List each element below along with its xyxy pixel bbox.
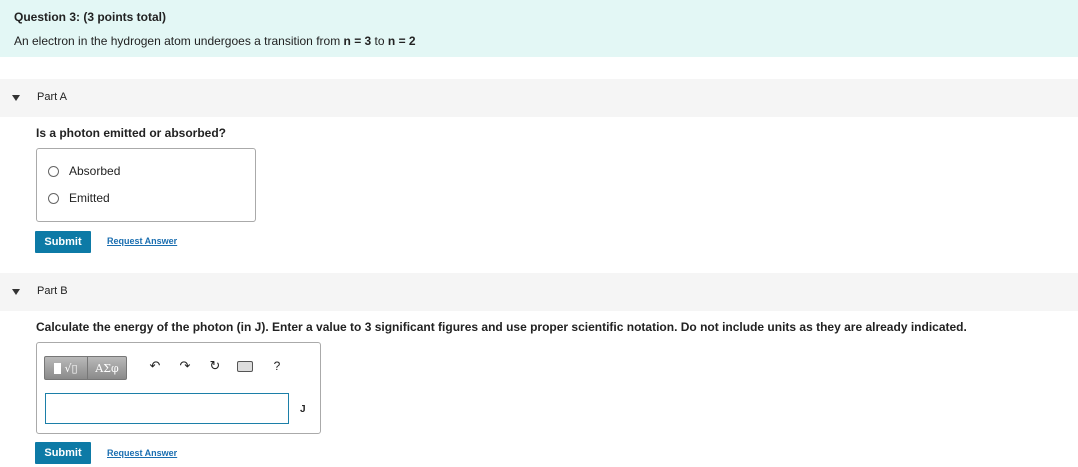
question-text-mid: to (371, 34, 388, 48)
option-emitted-label: Emitted (69, 191, 110, 205)
collapse-triangle-icon[interactable] (12, 289, 20, 295)
part-b-submit-button[interactable]: Submit (35, 442, 91, 464)
option-absorbed-label: Absorbed (69, 164, 121, 178)
collapse-triangle-icon[interactable] (12, 95, 20, 101)
part-a-label: Part A (37, 91, 67, 103)
redo-icon[interactable]: ↷ (177, 359, 193, 374)
part-a-prompt: Is a photon emitted or absorbed? (36, 126, 227, 140)
unit-label: J (300, 404, 306, 415)
keyboard-icon[interactable] (237, 361, 253, 376)
part-b-label: Part B (37, 285, 68, 297)
math-answer-editor: √▯ ΑΣφ ↶ ↷ ↻ ? J (36, 342, 321, 434)
radio-absorbed[interactable] (48, 165, 59, 177)
undo-icon[interactable]: ↶ (147, 359, 163, 374)
part-a-header[interactable]: Part A (0, 79, 1078, 117)
question-text: An electron in the hydrogen atom undergo… (14, 34, 416, 48)
question-text-prefix: An electron in the hydrogen atom undergo… (14, 34, 344, 48)
radio-emitted[interactable] (48, 192, 59, 204)
option-absorbed[interactable]: Absorbed (48, 164, 120, 178)
template-radical-icon[interactable]: √▯ (44, 356, 88, 380)
question-text-n-final: n = 2 (387, 34, 416, 48)
option-emitted[interactable]: Emitted (48, 191, 110, 205)
part-b-header[interactable]: Part B (0, 273, 1078, 311)
question-text-n-initial: n = 3 (343, 34, 372, 48)
greek-symbols-button[interactable]: ΑΣφ (88, 356, 127, 380)
part-a-choices: Absorbed Emitted (36, 148, 256, 222)
answer-input[interactable] (45, 393, 289, 424)
part-a-submit-button[interactable]: Submit (35, 231, 91, 253)
question-title: Question 3: (3 points total) (14, 10, 166, 24)
part-a-request-answer-link[interactable]: Request Answer (107, 236, 177, 246)
help-icon[interactable]: ? (269, 359, 285, 373)
part-b-prompt: Calculate the energy of the photon (in J… (36, 320, 967, 334)
reset-icon[interactable]: ↻ (207, 359, 223, 374)
question-header: Question 3: (3 points total) An electron… (0, 0, 1078, 57)
part-b-request-answer-link[interactable]: Request Answer (107, 448, 177, 458)
editor-toolbar: √▯ ΑΣφ (44, 356, 127, 380)
